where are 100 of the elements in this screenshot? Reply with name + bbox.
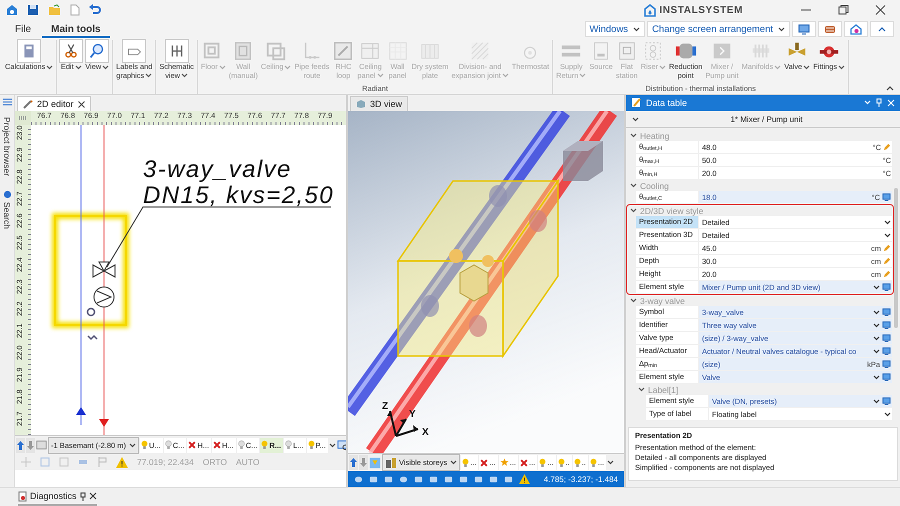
close-icon[interactable] — [88, 492, 97, 500]
caret-icon — [502, 73, 509, 78]
caret-icon — [838, 64, 846, 70]
joint-icon — [469, 40, 492, 62]
link-icon[interactable] — [882, 283, 891, 292]
link-icon[interactable] — [882, 347, 891, 356]
link-icon[interactable] — [882, 308, 891, 316]
section-title: Heating — [640, 130, 670, 141]
caret-icon[interactable] — [632, 116, 639, 122]
link-icon[interactable] — [882, 360, 891, 368]
caret-icon[interactable] — [328, 442, 336, 448]
caret-icon[interactable] — [884, 220, 891, 225]
selection-highlight[interactable] — [52, 213, 129, 328]
caret-icon[interactable] — [873, 322, 880, 328]
axis-label: Y — [409, 408, 416, 420]
link-icon[interactable] — [882, 321, 891, 330]
undo-icon[interactable] — [89, 4, 101, 16]
caret-icon[interactable] — [884, 412, 891, 417]
cross-icon — [188, 441, 196, 449]
droplet-icon — [850, 24, 862, 34]
warning-icon[interactable] — [519, 474, 530, 484]
monitor-search-icon[interactable] — [336, 440, 346, 450]
save-icon[interactable] — [27, 4, 39, 16]
move-up-icon[interactable] — [16, 438, 25, 452]
bulb-icon — [261, 440, 268, 450]
collapse-ribbon-icon[interactable] — [886, 86, 894, 91]
side-tab[interactable]: Search — [2, 186, 12, 233]
building-icon — [385, 457, 396, 468]
caret-icon — [74, 64, 82, 70]
bulb-icon — [308, 440, 314, 450]
link-icon[interactable] — [882, 397, 891, 406]
monitor-icon — [798, 24, 810, 34]
collapse-button[interactable] — [870, 21, 894, 37]
coil-button[interactable] — [818, 21, 842, 37]
link-icon[interactable] — [882, 334, 891, 342]
diagnostics-tab[interactable]: Diagnostics — [18, 488, 97, 506]
caret-icon — [46, 64, 54, 70]
coil-icon — [824, 24, 836, 34]
close-icon[interactable] — [78, 100, 85, 108]
sensor-icon — [86, 308, 96, 316]
caret-icon[interactable] — [633, 26, 640, 32]
flow-arrow — [99, 419, 109, 427]
group-title: Label[1] — [648, 384, 678, 395]
editor-tab[interactable]: 2D editor — [17, 96, 91, 111]
bulb-icon — [141, 440, 148, 450]
bulb-icon — [238, 440, 245, 450]
caret-icon[interactable] — [450, 460, 458, 465]
cross-icon — [520, 458, 528, 466]
caret-icon[interactable] — [884, 232, 891, 238]
caret-icon[interactable] — [607, 460, 614, 465]
app-icon[interactable] — [6, 4, 18, 16]
chevron-icon — [878, 26, 886, 32]
move-up-icon[interactable] — [349, 455, 358, 470]
caret-icon[interactable] — [129, 442, 136, 448]
folder-icon[interactable] — [48, 4, 61, 16]
menu-tab[interactable]: File — [6, 20, 40, 38]
bulb-icon — [590, 458, 597, 468]
caret-icon[interactable] — [873, 336, 880, 341]
view-tab[interactable]: 3D view — [350, 96, 408, 111]
section-title: Cooling — [640, 180, 669, 191]
expand-icon[interactable] — [630, 182, 637, 190]
monitor-button[interactable] — [792, 21, 816, 37]
windows-dropdown[interactable]: Windows — [584, 21, 646, 37]
caret-icon[interactable] — [873, 398, 880, 404]
expand-icon[interactable] — [630, 132, 637, 140]
caret-icon[interactable] — [873, 310, 880, 315]
caret-icon — [659, 64, 666, 70]
logo-icon — [644, 4, 656, 16]
ruler-corner[interactable] — [15, 111, 31, 125]
bulb-icon — [539, 458, 546, 468]
3d-scene-drawing[interactable] — [348, 110, 617, 453]
object-title: 1* Mixer / Pump unit — [729, 114, 804, 124]
pin-icon[interactable] — [80, 492, 86, 500]
caret-icon[interactable] — [873, 374, 880, 380]
droplet-button[interactable] — [844, 21, 868, 37]
star-icon — [500, 458, 509, 467]
side-tab[interactable]: Project browser — [2, 113, 12, 180]
caret-icon[interactable] — [873, 284, 880, 290]
expand-icon[interactable] — [638, 386, 645, 394]
diagnostics-icon — [18, 490, 27, 502]
caret-icon — [376, 73, 384, 78]
link-icon[interactable] — [882, 373, 891, 382]
link-icon[interactable] — [882, 193, 891, 202]
expand-icon[interactable] — [630, 207, 637, 214]
warning-icon[interactable] — [116, 456, 128, 468]
caret-icon[interactable] — [778, 26, 785, 32]
expand-icon[interactable] — [630, 297, 637, 304]
caret-icon — [218, 64, 226, 70]
ruler-origin-icon[interactable] — [19, 116, 27, 120]
loop-icon — [332, 40, 354, 62]
valve-symbol[interactable] — [92, 262, 116, 278]
axis-label: X — [422, 426, 429, 438]
valve-label: 3-way_valve — [143, 156, 292, 183]
ceiling-panel-icon — [359, 40, 382, 62]
caret-icon[interactable] — [873, 348, 880, 354]
scrollbar[interactable] — [894, 188, 898, 328]
arrangement-dropdown[interactable]: Change screen arrangement — [647, 21, 790, 37]
cursor-coordinates: 77.019; 22.434 — [137, 457, 194, 467]
pump-symbol[interactable] — [94, 286, 114, 308]
fitting-icon — [87, 334, 98, 340]
